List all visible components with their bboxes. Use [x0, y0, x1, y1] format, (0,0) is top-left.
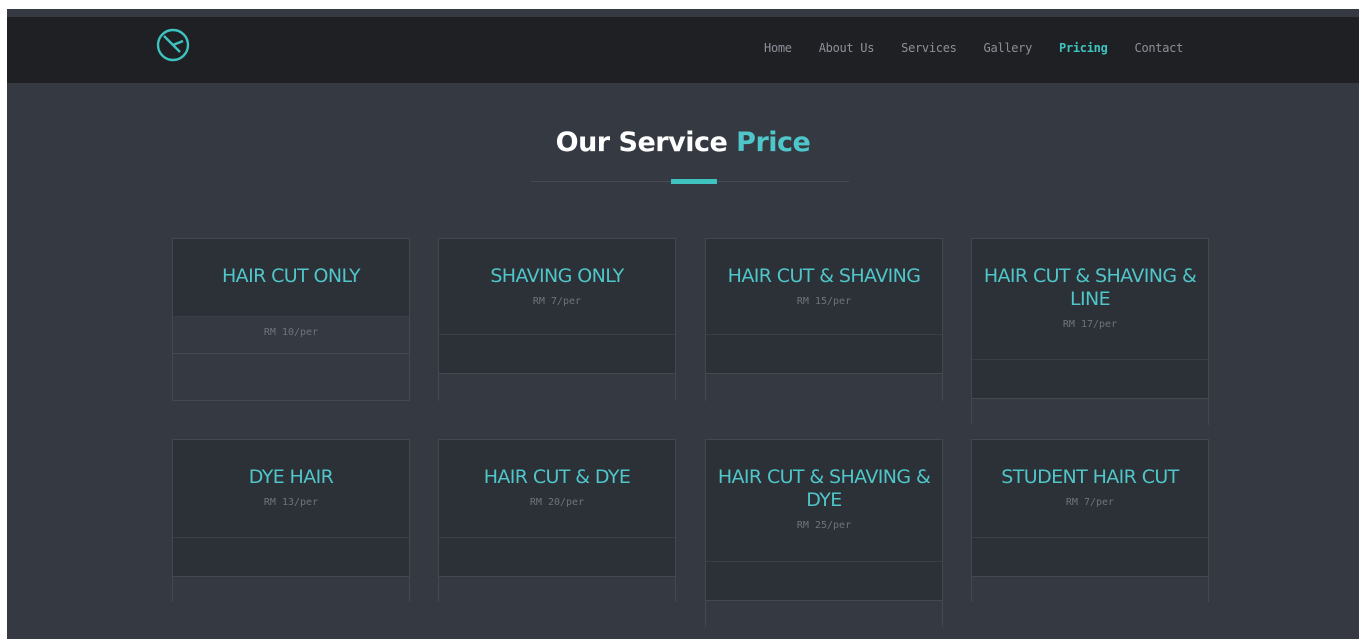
card-head: SHAVING ONLY RM 7/per — [439, 239, 675, 334]
navbar: Home About Us Services Gallery Pricing C… — [7, 17, 1359, 83]
card-head: HAIR CUT & SHAVING & LINE RM 17/per — [972, 239, 1208, 359]
card-band — [439, 334, 675, 373]
card-head: HAIR CUT & SHAVING & DYE RM 25/per — [706, 440, 942, 561]
card-title: DYE HAIR — [248, 466, 334, 488]
card-title: HAIR CUT & SHAVING — [727, 265, 921, 287]
card-price: RM 13/per — [263, 497, 319, 508]
section-title: Our Service Price — [7, 127, 1359, 158]
price-card-dye-hair: DYE HAIR RM 13/per — [172, 439, 410, 603]
card-title: STUDENT HAIR CUT — [1001, 466, 1179, 488]
card-head: HAIR CUT & DYE RM 20/per — [439, 440, 675, 537]
card-price: RM 10/per — [173, 316, 409, 353]
card-band — [972, 537, 1208, 576]
card-price: RM 17/per — [1062, 319, 1118, 330]
card-footer — [173, 353, 409, 400]
price-card-hair-cut-shaving-line: HAIR CUT & SHAVING & LINE RM 17/per — [971, 238, 1209, 426]
price-card-hair-cut-shaving-dye: HAIR CUT & SHAVING & DYE RM 25/per — [705, 439, 943, 627]
card-price: RM 20/per — [529, 497, 585, 508]
card-band — [706, 561, 942, 600]
card-footer — [439, 576, 675, 603]
price-card-hair-cut-only: HAIR CUT ONLY RM 10/per — [172, 238, 410, 401]
card-title: HAIR CUT ONLY — [222, 265, 361, 287]
card-band — [173, 537, 409, 576]
price-card-shaving-only: SHAVING ONLY RM 7/per — [438, 238, 676, 402]
nav-about-us[interactable]: About Us — [819, 41, 875, 55]
section-title-accent: Price — [736, 127, 811, 158]
circle-slash-logo-icon[interactable] — [156, 28, 190, 62]
card-price: RM 7/per — [532, 296, 582, 307]
card-head: STUDENT HAIR CUT RM 7/per — [972, 440, 1208, 537]
card-title: HAIR CUT & DYE — [483, 466, 631, 488]
nav-gallery[interactable]: Gallery — [984, 41, 1033, 55]
card-footer — [706, 373, 942, 402]
card-footer — [706, 600, 942, 627]
card-head: DYE HAIR RM 13/per — [173, 440, 409, 537]
card-price: RM 7/per — [1065, 497, 1115, 508]
card-price: RM 25/per — [796, 520, 852, 531]
card-footer — [173, 576, 409, 603]
card-head: HAIR CUT ONLY — [173, 239, 409, 316]
nav-contact[interactable]: Contact — [1135, 41, 1184, 55]
card-footer — [972, 398, 1208, 426]
card-footer — [439, 373, 675, 402]
price-card-hair-cut-shaving: HAIR CUT & SHAVING RM 15/per — [705, 238, 943, 402]
nav-pricing[interactable]: Pricing — [1059, 41, 1108, 55]
card-band — [972, 359, 1208, 398]
card-title: SHAVING ONLY — [490, 265, 624, 287]
card-price: RM 15/per — [796, 296, 852, 307]
card-band — [439, 537, 675, 576]
section-title-main: Our Service — [555, 127, 737, 158]
page: Home About Us Services Gallery Pricing C… — [7, 9, 1359, 639]
nav-home[interactable]: Home — [764, 41, 792, 55]
card-band — [706, 334, 942, 373]
title-accent-bar — [671, 179, 717, 184]
card-footer — [972, 576, 1208, 603]
nav-services[interactable]: Services — [901, 41, 957, 55]
price-card-hair-cut-dye: HAIR CUT & DYE RM 20/per — [438, 439, 676, 603]
main-nav: Home About Us Services Gallery Pricing C… — [737, 41, 1183, 55]
card-title: HAIR CUT & SHAVING & DYE — [717, 466, 931, 511]
price-card-student-hair-cut: STUDENT HAIR CUT RM 7/per — [971, 439, 1209, 603]
card-title: HAIR CUT & SHAVING & LINE — [983, 265, 1197, 310]
card-head: HAIR CUT & SHAVING RM 15/per — [706, 239, 942, 334]
